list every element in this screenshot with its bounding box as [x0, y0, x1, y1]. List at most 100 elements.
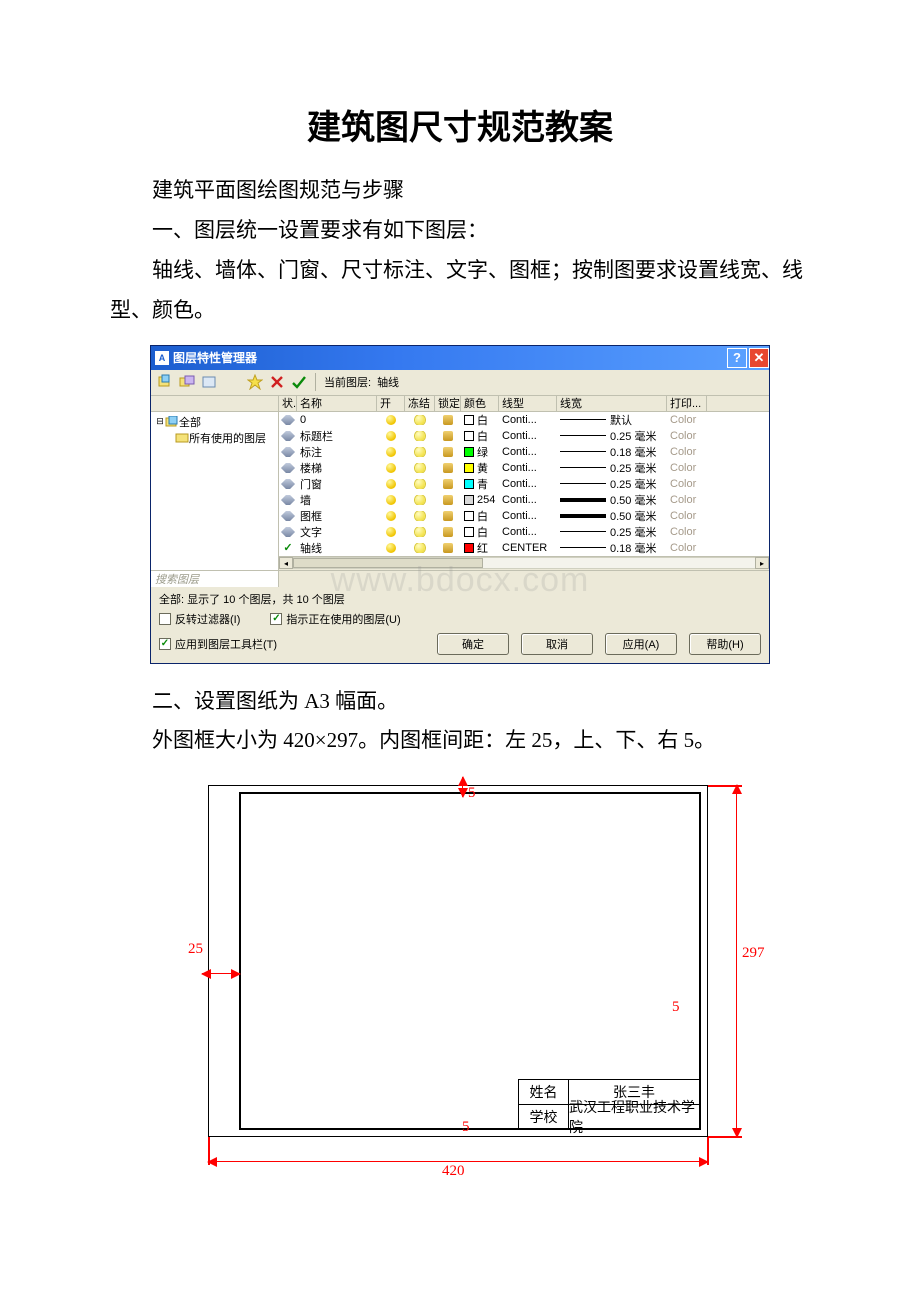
scroll-left-icon[interactable]: ◂	[279, 557, 293, 569]
linetype-cell[interactable]: Conti...	[499, 526, 557, 538]
print-style-cell[interactable]: Color	[667, 430, 707, 442]
dialog-titlebar[interactable]: A 图层特性管理器 ? ✕	[151, 346, 769, 370]
table-row[interactable]: 墙254Conti...0.50 毫米Color	[279, 492, 769, 508]
layer-name-cell[interactable]: 门窗	[297, 476, 377, 492]
new-group-filter-icon[interactable]	[179, 374, 195, 390]
col-linetype[interactable]: 线型	[499, 396, 557, 411]
lock-icon[interactable]	[443, 463, 453, 473]
lineweight-cell[interactable]: 0.50 毫米	[557, 508, 667, 524]
ok-button[interactable]: 确定	[437, 633, 509, 655]
lock-icon[interactable]	[443, 543, 453, 553]
table-row[interactable]: 0白Conti...默认Color	[279, 412, 769, 428]
col-lock[interactable]: 锁定	[435, 396, 461, 411]
lineweight-cell[interactable]: 0.25 毫米	[557, 476, 667, 492]
print-style-cell[interactable]: Color	[667, 542, 707, 554]
col-name[interactable]: 名称	[297, 396, 377, 411]
linetype-cell[interactable]: Conti...	[499, 478, 557, 490]
color-swatch[interactable]	[464, 495, 474, 505]
bulb-icon[interactable]	[386, 415, 396, 425]
linetype-cell[interactable]: Conti...	[499, 446, 557, 458]
print-style-cell[interactable]: Color	[667, 478, 707, 490]
sun-icon[interactable]	[415, 431, 425, 441]
lineweight-cell[interactable]: 默认	[557, 412, 667, 428]
color-swatch[interactable]	[464, 543, 474, 553]
sun-icon[interactable]	[415, 527, 425, 537]
new-layer-icon[interactable]	[247, 374, 263, 390]
apply-to-toolbar-checkbox[interactable]: ✓应用到图层工具栏(T)	[159, 636, 277, 652]
sun-icon[interactable]	[415, 479, 425, 489]
lineweight-cell[interactable]: 0.50 毫米	[557, 492, 667, 508]
lock-icon[interactable]	[443, 431, 453, 441]
layer-grid[interactable]: 状.. 名称 开 冻结 锁定 颜色 线型 线宽 打印... 0白Conti...…	[279, 396, 769, 570]
lock-icon[interactable]	[443, 415, 453, 425]
indicate-in-use-checkbox[interactable]: ✓指示正在使用的图层(U)	[270, 611, 400, 627]
close-button[interactable]: ✕	[749, 348, 769, 368]
tree-collapse-icon[interactable]: ⊟	[155, 416, 165, 427]
bulb-icon[interactable]	[386, 511, 396, 521]
layer-name-cell[interactable]: 图框	[297, 508, 377, 524]
lock-icon[interactable]	[443, 527, 453, 537]
layer-name-cell[interactable]: 楼梯	[297, 460, 377, 476]
print-style-cell[interactable]: Color	[667, 414, 707, 426]
help-button[interactable]: ?	[727, 348, 747, 368]
sun-icon[interactable]	[415, 447, 425, 457]
color-swatch[interactable]	[464, 415, 474, 425]
table-row[interactable]: 轴线红CENTER0.18 毫米Color	[279, 540, 769, 556]
table-row[interactable]: 文字白Conti...0.25 毫米Color	[279, 524, 769, 540]
grid-h-scrollbar[interactable]: ◂ ▸	[279, 556, 769, 570]
col-on[interactable]: 开	[377, 396, 405, 411]
print-style-cell[interactable]: Color	[667, 510, 707, 522]
lock-icon[interactable]	[443, 479, 453, 489]
apply-button[interactable]: 应用(A)	[605, 633, 677, 655]
color-swatch[interactable]	[464, 479, 474, 489]
sun-icon[interactable]	[415, 495, 425, 505]
sun-icon[interactable]	[415, 543, 425, 553]
layer-states-icon[interactable]	[201, 374, 217, 390]
scroll-thumb[interactable]	[293, 558, 483, 568]
bulb-icon[interactable]	[386, 479, 396, 489]
linetype-cell[interactable]: Conti...	[499, 414, 557, 426]
bulb-icon[interactable]	[386, 495, 396, 505]
set-current-icon[interactable]	[291, 374, 307, 390]
lineweight-cell[interactable]: 0.18 毫米	[557, 540, 667, 556]
lineweight-cell[interactable]: 0.25 毫米	[557, 428, 667, 444]
layer-name-cell[interactable]: 文字	[297, 524, 377, 540]
lineweight-cell[interactable]: 0.18 毫米	[557, 444, 667, 460]
color-swatch[interactable]	[464, 431, 474, 441]
print-style-cell[interactable]: Color	[667, 462, 707, 474]
help-footer-button[interactable]: 帮助(H)	[689, 633, 761, 655]
color-swatch[interactable]	[464, 511, 474, 521]
print-style-cell[interactable]: Color	[667, 446, 707, 458]
col-color[interactable]: 颜色	[461, 396, 499, 411]
layer-name-cell[interactable]: 墙	[297, 492, 377, 508]
delete-layer-icon[interactable]	[269, 374, 285, 390]
layer-name-cell[interactable]: 标注	[297, 444, 377, 460]
tree-used-label[interactable]: 所有使用的图层	[189, 430, 266, 446]
tree-all-label[interactable]: 全部	[179, 414, 201, 430]
search-layer-input[interactable]: 搜索图层	[151, 571, 279, 587]
color-swatch[interactable]	[464, 527, 474, 537]
col-freeze[interactable]: 冻结	[405, 396, 435, 411]
bulb-icon[interactable]	[386, 527, 396, 537]
col-status[interactable]: 状..	[279, 396, 297, 411]
lock-icon[interactable]	[443, 447, 453, 457]
table-row[interactable]: 标题栏白Conti...0.25 毫米Color	[279, 428, 769, 444]
bulb-icon[interactable]	[386, 447, 396, 457]
new-filter-icon[interactable]	[157, 374, 173, 390]
invert-filter-checkbox[interactable]: 反转过滤器(I)	[159, 611, 240, 627]
table-row[interactable]: 标注绿Conti...0.18 毫米Color	[279, 444, 769, 460]
filter-tree[interactable]: ⊟ 全部 所有使用的图层	[151, 396, 279, 570]
layer-name-cell[interactable]: 标题栏	[297, 428, 377, 444]
color-swatch[interactable]	[464, 463, 474, 473]
layer-name-cell[interactable]: 0	[297, 414, 377, 426]
lineweight-cell[interactable]: 0.25 毫米	[557, 524, 667, 540]
linetype-cell[interactable]: Conti...	[499, 462, 557, 474]
layer-name-cell[interactable]: 轴线	[297, 540, 377, 556]
bulb-icon[interactable]	[386, 543, 396, 553]
scroll-right-icon[interactable]: ▸	[755, 557, 769, 569]
linetype-cell[interactable]: Conti...	[499, 494, 557, 506]
linetype-cell[interactable]: Conti...	[499, 510, 557, 522]
color-swatch[interactable]	[464, 447, 474, 457]
col-lineweight[interactable]: 线宽	[557, 396, 667, 411]
col-print[interactable]: 打印...	[667, 396, 707, 411]
